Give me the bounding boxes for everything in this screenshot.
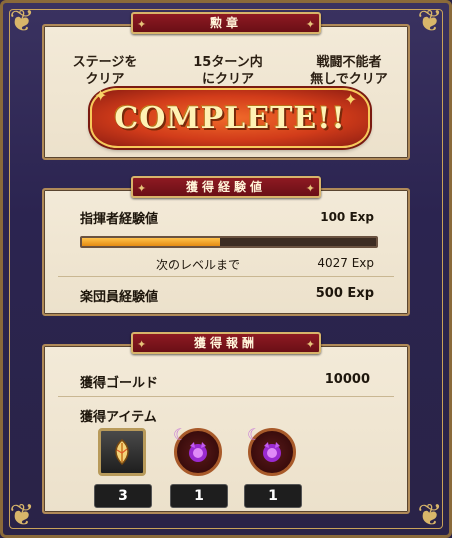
badge-line: にクリア [201,72,254,87]
band-exp-value: 500 Exp [315,286,374,301]
ribbon-ornament-icon: ✦ [137,338,147,351]
badge-turn-clear: 15ターン内 にクリア [173,54,283,88]
corner-ornament-icon: ❦ [417,498,443,533]
next-level-value: 4027 Exp [317,256,374,270]
rewards-panel: ✦ 獲得報酬 ✦ 獲得ゴールド 10000 獲得アイテム ☾ ☾ 3 1 1 [42,332,410,514]
exp-progress-bar [80,236,378,248]
crescent-moon-icon: ☾ [173,425,188,444]
next-level-label: 次のレベルまで [156,258,241,272]
crescent-moon-icon: ☾ [247,425,262,444]
exp-title: 獲得経験値 [185,180,266,194]
sparkle-icon: ✦ [344,90,358,109]
reward-item-slot[interactable]: ☾ [173,425,222,476]
badges-panel: ✦ 勲章 ✦ ステージを クリア 15ターン内 にクリア 戦闘不能者 無しでクリ… [42,12,410,160]
reward-item-frame: ☾ [247,425,296,476]
complete-text: COMPLETE!! [114,100,346,136]
ribbon-ornament-icon: ✦ [305,182,315,195]
gold-label: 獲得ゴールド [80,376,159,391]
badges-ribbon: ✦ 勲章 ✦ [131,12,321,34]
badges-title: 勲章 [209,16,242,30]
exp-progress-fill [82,238,221,246]
badge-line: 戦闘不能者 [316,55,382,70]
exp-panel: ✦ 獲得経験値 ✦ 指揮者経験値 100 Exp 次のレベルまで 4027 Ex… [42,176,410,316]
conductor-exp-value: 100 Exp [320,210,374,224]
badge-line: ステージを [72,55,138,70]
reward-item-frame: ☾ [173,425,222,476]
badge-line: 無しでクリア [310,72,388,87]
purple-demon-orb-icon [189,442,207,462]
corner-ornament-icon: ❦ [417,4,443,39]
rewards-ribbon: ✦ 獲得報酬 ✦ [131,332,321,354]
item-count: 3 [94,484,152,508]
exp-divider [58,276,394,277]
badge-no-ko-clear: 戦闘不能者 無しでクリア [294,54,404,88]
item-count: 1 [170,484,228,508]
corner-ornament-icon: ❦ [9,4,35,39]
feather-crystal-icon [115,439,129,466]
conductor-exp-label: 指揮者経験値 [80,212,159,227]
ribbon-ornament-icon: ✦ [137,18,147,31]
gold-value: 10000 [324,372,370,387]
item-count: 1 [244,484,302,508]
rewards-title: 獲得報酬 [193,336,258,350]
purple-demon-orb-icon [263,442,281,462]
reward-item-slot[interactable] [98,428,146,476]
reward-item-slot[interactable]: ☾ [247,425,296,476]
reward-item-frame [98,428,146,476]
exp-ribbon: ✦ 獲得経験値 ✦ [131,176,321,198]
complete-banner: COMPLETE!! [90,88,370,148]
sparkle-icon: ✦ [94,86,108,105]
items-label: 獲得アイテム [80,410,157,425]
badge-line: 15ターン内 [193,55,263,70]
band-exp-label: 楽団員経験値 [80,290,159,305]
ribbon-ornament-icon: ✦ [305,338,315,351]
ribbon-ornament-icon: ✦ [305,18,315,31]
gold-divider [58,396,394,397]
ribbon-ornament-icon: ✦ [137,182,147,195]
badge-stage-clear: ステージを クリア [50,54,160,88]
corner-ornament-icon: ❦ [9,498,35,533]
